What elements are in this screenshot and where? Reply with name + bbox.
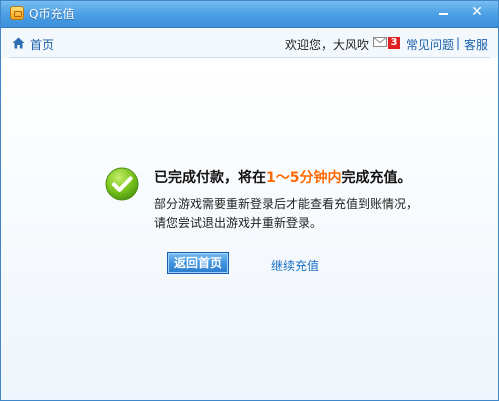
nav-separator: | [456,36,461,50]
welcome-text: 欢迎您，大风吹 [285,38,370,52]
check-icon [105,167,139,201]
app-icon [10,6,24,20]
mail-count-badge[interactable]: 3 [388,37,400,49]
minimize-icon [438,13,448,15]
headline-prefix: 已完成付款，将在 [154,170,266,186]
mail-icon[interactable] [373,37,387,47]
close-button[interactable]: ✕ [466,3,488,21]
success-headline: 已完成付款，将在1～5分钟内完成充值。 [154,167,411,187]
continue-recharge-link[interactable]: 继续充值 [271,257,319,274]
relogin-note-line2: 请您尝试退出游戏并重新登录。 [154,216,323,230]
close-icon: ✕ [471,4,483,20]
title-bar[interactable]: Q币充值 ✕ [1,1,498,28]
headline-suffix: 完成充值。 [341,170,412,186]
window-title: Q币充值 [29,7,75,21]
headline-highlight: 1～5分钟内 [266,170,342,186]
home-icon[interactable] [12,37,25,49]
minimize-button[interactable] [432,3,454,21]
recharge-window: Q币充值 ✕ 首页 欢迎您，大风吹 3 常见问题 | 客服 已完成付款，将在1～… [0,0,499,401]
faq-link[interactable]: 常见问题 [406,36,454,53]
customer-service-link[interactable]: 客服 [464,36,488,53]
home-link[interactable]: 首页 [30,36,54,53]
relogin-note-line1: 部分游戏需要重新登录后才能查看充值到账情况， [154,197,419,211]
back-home-button[interactable]: 返回首页 [167,252,229,274]
